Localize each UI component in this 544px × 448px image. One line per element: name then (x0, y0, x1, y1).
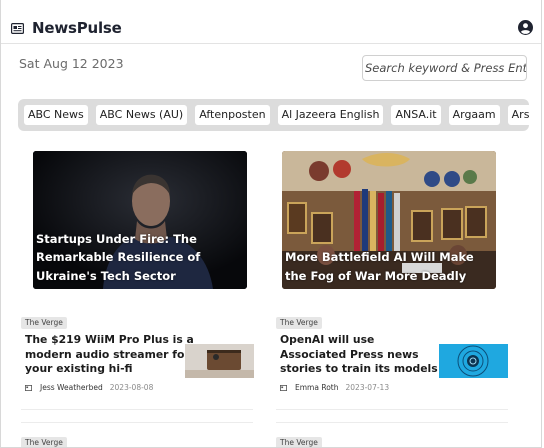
source-chip[interactable]: ABC News (24, 105, 88, 125)
account-circle-icon[interactable] (518, 20, 533, 35)
app-window: NewsPulse Sat Aug 12 2023 ABC News ABC N… (0, 0, 542, 448)
article-thumbnail (185, 344, 254, 378)
source-chip[interactable]: ANSA.it (391, 105, 441, 125)
source-chip[interactable]: Ars Technica (507, 105, 529, 125)
article-title: OpenAI will use Associated Press news st… (280, 333, 438, 375)
author-icon (25, 384, 32, 391)
source-chip[interactable]: ABC News (AU) (95, 105, 188, 125)
source-badge: The Verge (21, 317, 67, 329)
source-badge: The Verge (276, 317, 322, 329)
article-meta: Jess Weatherbed 2023-08-08 (25, 383, 153, 392)
source-badge: The Verge (21, 437, 67, 447)
hero-article-title: More Battlefield AI Will Make the Fog of… (285, 250, 474, 283)
search-input[interactable] (362, 55, 527, 81)
source-badge: The Verge (276, 437, 322, 447)
source-chip[interactable]: Aftenposten (195, 105, 270, 125)
hero-article-card[interactable]: Startups Under Fire: The Remarkable Resi… (33, 151, 247, 289)
article-card[interactable]: The Verge The $219 WiiM Pro Plus is a mo… (21, 313, 254, 410)
article-card[interactable]: The Verge OpenAI will use Associated Pre… (276, 313, 508, 410)
source-chip[interactable]: Argaam (448, 105, 500, 125)
newspaper-icon (11, 23, 24, 34)
source-chip[interactable]: Al Jazeera English (277, 105, 384, 125)
source-chip-track: ABC News ABC News (AU) Aftenposten Al Ja… (24, 105, 529, 125)
article-thumbnail (439, 344, 508, 378)
source-chip-bar[interactable]: ABC News ABC News (AU) Aftenposten Al Ja… (18, 99, 529, 131)
article-date: 2023-07-13 (345, 383, 390, 392)
article-meta: Emma Roth 2023-07-13 (280, 383, 389, 392)
app-title: NewsPulse (32, 19, 122, 37)
article-author: Jess Weatherbed (40, 383, 103, 392)
current-date: Sat Aug 12 2023 (19, 56, 124, 71)
hero-article-title: Startups Under Fire: The Remarkable Resi… (36, 231, 201, 283)
hero-article-card[interactable]: More Battlefield AI Will Make the Fog of… (282, 151, 496, 289)
article-author: Emma Roth (295, 383, 339, 392)
article-date: 2023-08-08 (109, 383, 154, 392)
article-title: The $219 WiiM Pro Plus is a modern audio… (25, 333, 194, 375)
top-navbar: NewsPulse (1, 0, 541, 44)
author-icon (280, 384, 287, 391)
